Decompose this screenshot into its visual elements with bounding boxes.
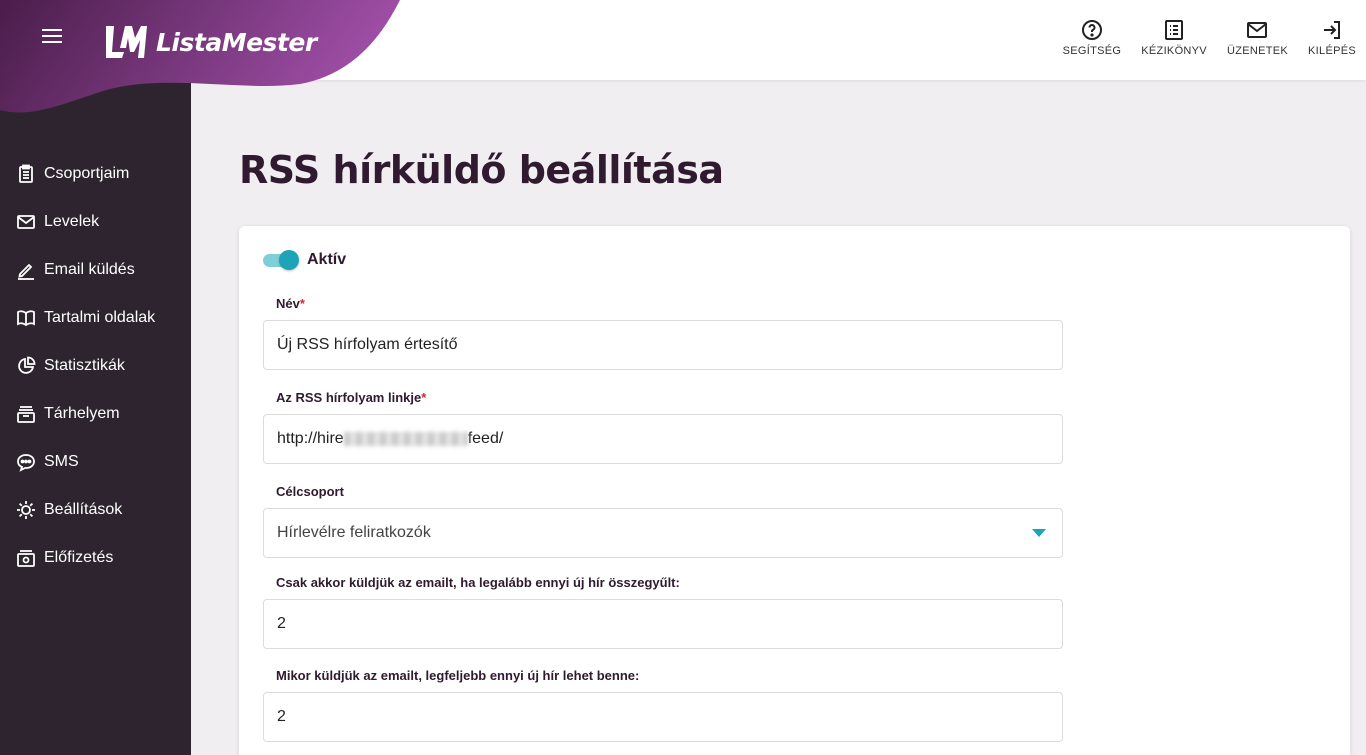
max-items-input[interactable]: 2 xyxy=(263,692,1063,742)
sidebar-item-label: SMS xyxy=(44,453,79,470)
required-mark: * xyxy=(299,296,305,311)
sidebar-item-label: Csoportjaim xyxy=(44,165,130,182)
max-items-label: Mikor küldjük az emailt, legfeljebb enny… xyxy=(276,668,640,683)
active-label: Aktív xyxy=(307,251,347,268)
target-group-value: Hírlevélre feliratkozók xyxy=(277,524,431,541)
min-items-value: 2 xyxy=(277,615,286,632)
manual-icon xyxy=(1165,20,1184,40)
messages-link[interactable]: ÜZENETEK xyxy=(1217,18,1298,57)
logout-icon xyxy=(1324,21,1341,39)
menu-toggle-button[interactable] xyxy=(42,25,68,45)
brand-header-shape xyxy=(0,0,400,113)
brand-name: ListaMester xyxy=(156,27,317,57)
sidebar-item-settings[interactable]: Beállítások xyxy=(0,486,191,534)
active-toggle[interactable] xyxy=(263,250,299,270)
sidebar-item-content-pages[interactable]: Tartalmi oldalak xyxy=(0,294,191,342)
required-mark: * xyxy=(421,390,427,405)
rss-link-value-end: feed/ xyxy=(467,430,504,447)
sidebar-item-label: Előfizetés xyxy=(44,549,114,566)
brand-logo[interactable]: ListaMester xyxy=(104,24,317,60)
manual-link[interactable]: KÉZIKÖNYV xyxy=(1131,18,1217,57)
name-value: Új RSS hírfolyam értesítő xyxy=(277,336,458,353)
sidebar-item-storage[interactable]: Tárhelyem xyxy=(0,390,191,438)
help-label: SEGÍTSÉG xyxy=(1062,45,1122,57)
help-circle-icon xyxy=(1081,20,1102,40)
messages-label: ÜZENETEK xyxy=(1226,45,1289,57)
min-items-input[interactable]: 2 xyxy=(263,599,1063,649)
manual-label: KÉZIKÖNYV xyxy=(1141,45,1207,57)
toggle-knob xyxy=(279,250,299,270)
name-input[interactable]: Új RSS hírfolyam értesítő xyxy=(263,320,1063,370)
sidebar: Csoportjaim Levelek Email küldés Tartalm… xyxy=(0,80,191,755)
logout-link[interactable]: KILÉPÉS xyxy=(1298,18,1366,57)
sidebar-item-label: Beállítások xyxy=(44,501,123,518)
pen-icon xyxy=(18,263,34,280)
max-items-value: 2 xyxy=(277,708,286,725)
sidebar-item-sms[interactable]: SMS xyxy=(0,438,191,486)
min-items-label: Csak akkor küldjük az emailt, ha legaláb… xyxy=(276,575,680,590)
sidebar-item-label: Tárhelyem xyxy=(44,405,120,422)
book-icon xyxy=(17,310,35,327)
subscription-icon xyxy=(17,550,35,567)
clipboard-icon xyxy=(19,164,33,183)
target-group-label: Célcsoport xyxy=(276,484,344,499)
sidebar-item-label: Statisztikák xyxy=(44,357,125,374)
sidebar-item-send-email[interactable]: Email küldés xyxy=(0,246,191,294)
rss-link-input[interactable]: http://hire feed/ xyxy=(263,414,1063,464)
logout-label: KILÉPÉS xyxy=(1308,45,1356,57)
mail-icon xyxy=(1247,22,1268,38)
target-group-field: Célcsoport Hírlevélre feliratkozók xyxy=(263,484,1063,558)
storage-icon xyxy=(17,406,35,423)
sidebar-item-label: Levelek xyxy=(44,213,100,230)
max-items-field: Mikor küldjük az emailt, legfeljebb enny… xyxy=(263,668,1063,742)
help-link[interactable]: SEGÍTSÉG xyxy=(1053,18,1132,57)
sidebar-item-letters[interactable]: Levelek xyxy=(0,198,191,246)
sidebar-item-label: Tartalmi oldalak xyxy=(44,309,156,326)
active-toggle-row: Aktív xyxy=(263,250,346,270)
pie-chart-icon xyxy=(18,356,36,374)
gear-icon xyxy=(17,501,35,519)
main-content: RSS hírküldő beállítása Aktív Név* Új RS… xyxy=(191,80,1366,755)
sidebar-item-subscription[interactable]: Előfizetés xyxy=(0,534,191,582)
top-nav: SEGÍTSÉG KÉZIKÖNYV ÜZENETEK KILÉPÉS xyxy=(1053,18,1366,57)
sidebar-item-groups[interactable]: Csoportjaim xyxy=(0,150,191,198)
caret-down-icon xyxy=(1032,529,1046,537)
name-field: Név* Új RSS hírfolyam értesítő xyxy=(263,296,1063,370)
rss-settings-form: Aktív Név* Új RSS hírfolyam értesítő Az … xyxy=(239,226,1350,755)
target-group-select[interactable]: Hírlevélre feliratkozók xyxy=(263,508,1063,558)
rss-link-label: Az RSS hírfolyam linkje* xyxy=(276,390,427,405)
page-title: RSS hírküldő beállítása xyxy=(239,148,724,192)
envelope-icon xyxy=(17,215,35,229)
min-items-field: Csak akkor küldjük az emailt, ha legaláb… xyxy=(263,575,1063,649)
sidebar-item-statistics[interactable]: Statisztikák xyxy=(0,342,191,390)
name-label: Név* xyxy=(276,296,305,311)
rss-link-field: Az RSS hírfolyam linkje* http://hire feed… xyxy=(263,390,1063,464)
listamester-logo-icon xyxy=(106,26,147,58)
sidebar-item-label: Email küldés xyxy=(44,261,135,278)
redacted-url-part xyxy=(343,432,468,446)
rss-link-value-start: http://hire xyxy=(277,430,344,447)
sms-bubble-icon xyxy=(17,454,35,472)
